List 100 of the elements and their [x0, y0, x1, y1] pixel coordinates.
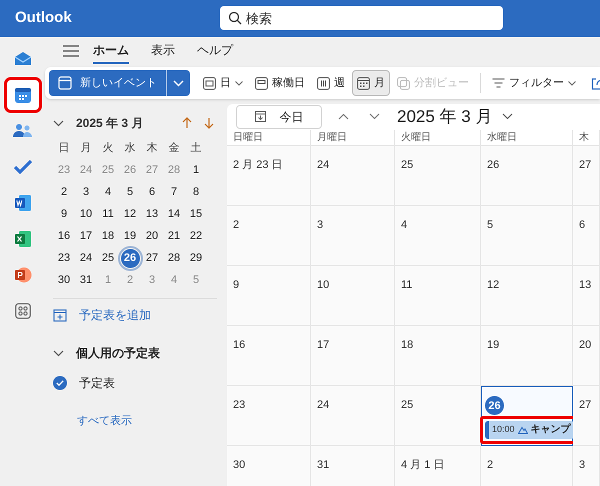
- month-view-button[interactable]: 月: [352, 70, 390, 96]
- weekday-header: 月曜日: [317, 130, 347, 144]
- filter-button[interactable]: フィルター: [487, 70, 581, 96]
- calendar-day[interactable]: 17: [80, 228, 92, 244]
- calendar-view-icon: [317, 76, 330, 90]
- day-cell[interactable]: 24: [311, 386, 395, 446]
- day-cell[interactable]: 25: [395, 386, 481, 446]
- ribbon-tab[interactable]: ヘルプ: [197, 37, 233, 64]
- calendar-day[interactable]: 7: [170, 184, 178, 200]
- day-cell[interactable]: 24: [311, 146, 395, 206]
- calendar-icon[interactable]: [6, 80, 38, 110]
- arrow-up-icon[interactable]: [182, 117, 192, 129]
- calendar-day[interactable]: 2: [60, 184, 68, 200]
- calendar-day[interactable]: 11: [102, 206, 114, 222]
- calendar-day[interactable]: 22: [190, 228, 202, 244]
- calendar-add-icon: [53, 308, 67, 322]
- show-all-link[interactable]: すべて表示: [77, 413, 225, 430]
- calendar-day[interactable]: 23: [58, 250, 70, 266]
- day-cell[interactable]: 27: [573, 386, 600, 446]
- chevron-down-icon[interactable]: [53, 120, 64, 126]
- day-cell[interactable]: 5: [481, 206, 573, 266]
- day-cell[interactable]: 4: [395, 206, 481, 266]
- day-cell[interactable]: 27: [573, 146, 600, 206]
- calendar-day[interactable]: 29: [190, 250, 202, 266]
- day-cell[interactable]: 13: [573, 266, 600, 326]
- caret-icon[interactable]: [173, 80, 184, 86]
- day-number: 23: [233, 398, 246, 410]
- day-cell[interactable]: 2: [481, 446, 573, 486]
- day-cell[interactable]: 10: [311, 266, 395, 326]
- calendar-day[interactable]: 26: [120, 248, 140, 268]
- weekday-header: 水曜日: [487, 130, 517, 144]
- calendar-event[interactable]: 10:00 キャンプ: [485, 420, 574, 438]
- calendar-day[interactable]: 1: [192, 162, 200, 178]
- weekday-header: 火曜日: [401, 130, 431, 144]
- day-cell[interactable]: 23: [227, 386, 311, 446]
- day-cell[interactable]: 17: [311, 326, 395, 386]
- work-week-button[interactable]: 稼働日: [250, 70, 310, 96]
- calendar-day[interactable]: 8: [192, 184, 200, 200]
- day-cell[interactable]: 2: [227, 206, 311, 266]
- day-number: 26: [487, 158, 500, 170]
- day-cell[interactable]: 30: [227, 446, 311, 486]
- day-cell[interactable]: 4 月 1 日: [395, 446, 481, 486]
- add-calendar-link[interactable]: 予定表を追加: [53, 305, 225, 325]
- day-cell[interactable]: 16: [227, 326, 311, 386]
- calendar-day[interactable]: 31: [80, 272, 92, 288]
- calendar-day[interactable]: 21: [168, 228, 180, 244]
- day-cell[interactable]: 25: [395, 146, 481, 206]
- day-cell[interactable]: 6: [573, 206, 600, 266]
- calendar-day[interactable]: 13: [146, 206, 158, 222]
- calendar-day[interactable]: 5: [126, 184, 134, 200]
- weekday-label: 木: [146, 140, 158, 156]
- week-view-button[interactable]: 週: [312, 70, 350, 96]
- calendar-day[interactable]: 18: [102, 228, 114, 244]
- day-cell[interactable]: 9: [227, 266, 311, 326]
- calendar-day[interactable]: 6: [148, 184, 156, 200]
- day-number: 18: [401, 338, 414, 350]
- calendar-day[interactable]: 3: [82, 184, 90, 200]
- arrow-down-icon[interactable]: [204, 117, 214, 129]
- calendar-day[interactable]: 25: [102, 250, 114, 266]
- calendar-day[interactable]: 30: [58, 272, 70, 288]
- chevron-down-icon[interactable]: [369, 113, 380, 120]
- calendar-day[interactable]: 15: [190, 206, 202, 222]
- chevron-up-icon[interactable]: [338, 113, 349, 120]
- day-cell[interactable]: 26 10:00 キャンプ: [481, 386, 573, 446]
- ribbon-tab[interactable]: ホーム: [93, 37, 129, 64]
- calendar-day[interactable]: 9: [60, 206, 68, 222]
- day-cell[interactable]: 3: [311, 206, 395, 266]
- calendar-day[interactable]: 4: [104, 184, 112, 200]
- new-event-button[interactable]: 新しいイベント: [49, 70, 190, 96]
- day-cell[interactable]: 26: [481, 146, 573, 206]
- day-cell[interactable]: 2 月 23 日: [227, 146, 311, 206]
- calendar-day[interactable]: 27: [146, 250, 158, 266]
- split-view-icon: [397, 76, 410, 90]
- calendar-day[interactable]: 12: [124, 206, 136, 222]
- today-button[interactable]: 今日: [236, 104, 322, 129]
- calendar-day[interactable]: 14: [168, 206, 180, 222]
- day-cell[interactable]: 31: [311, 446, 395, 486]
- day-cell[interactable]: 18: [395, 326, 481, 386]
- chevron-down-icon[interactable]: [502, 113, 514, 120]
- day-cell[interactable]: 20: [573, 326, 600, 386]
- day-number: 4: [401, 218, 408, 230]
- day-cell[interactable]: 19: [481, 326, 573, 386]
- calendar-day[interactable]: 28: [168, 250, 180, 266]
- calendar-day[interactable]: 19: [124, 228, 136, 244]
- day-number: 27: [579, 158, 592, 170]
- day-cell[interactable]: 12: [481, 266, 573, 326]
- calendar-day[interactable]: 10: [80, 206, 92, 222]
- weekday-label: 日: [58, 140, 70, 156]
- calendar-day[interactable]: 16: [58, 228, 70, 244]
- ribbon-tab[interactable]: 表示: [151, 37, 175, 64]
- day-cell[interactable]: 3: [573, 446, 600, 486]
- day-view-button[interactable]: 日: [198, 70, 248, 96]
- calendar-icon: [58, 76, 72, 90]
- calendar-view-icon: [357, 76, 370, 90]
- menu-icon[interactable]: [63, 44, 79, 56]
- checkbox[interactable]: [53, 376, 67, 390]
- chevron-down-icon[interactable]: [53, 350, 64, 356]
- calendar-day[interactable]: 24: [80, 250, 92, 266]
- calendar-day[interactable]: 20: [146, 228, 158, 244]
- day-cell[interactable]: 11: [395, 266, 481, 326]
